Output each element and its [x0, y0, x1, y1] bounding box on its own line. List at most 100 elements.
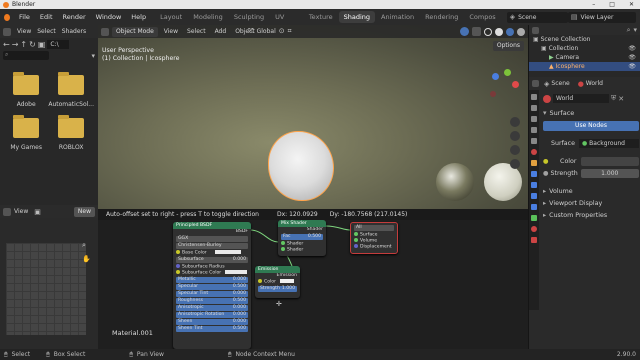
grid-view-icon[interactable]: [510, 159, 520, 169]
surface-selector[interactable]: ● Background: [579, 138, 639, 148]
icosphere-object[interactable]: [268, 131, 334, 201]
scene-props-icon[interactable]: [531, 138, 537, 144]
use-nodes-button[interactable]: Use Nodes: [543, 121, 639, 131]
outliner-scene-collection[interactable]: ▣ Scene Collection: [529, 35, 640, 44]
menu-help[interactable]: Help: [126, 13, 151, 21]
mix-shader-node[interactable]: Mix Shader Shader Fac 0.500 Shader Shader: [278, 220, 326, 256]
base-color-swatch[interactable]: [214, 250, 241, 254]
tab-shading[interactable]: Shading: [338, 11, 376, 23]
forward-icon[interactable]: →: [12, 40, 19, 49]
editor-type-icon[interactable]: [3, 27, 11, 36]
viewport-3d[interactable]: Object Mode View Select Add Object ⤧ Glo…: [98, 25, 528, 221]
shading-rendered-icon[interactable]: [517, 27, 525, 36]
viewport-menu-add[interactable]: Add: [212, 28, 230, 35]
path-field[interactable]: C:\: [47, 40, 70, 49]
image-canvas-grid[interactable]: [6, 243, 86, 335]
node-editor[interactable]: Principled BSDF BSDF GGX Christensen-Bur…: [98, 220, 528, 349]
unlink-icon[interactable]: ✕: [618, 95, 624, 103]
file-menu-select[interactable]: Select: [37, 28, 56, 35]
image-menu-view[interactable]: View: [14, 208, 28, 215]
outliner-item-collection[interactable]: ▣ Collection 👁: [529, 44, 640, 53]
material-output-node[interactable]: All Surface Volume Displacement: [350, 222, 398, 254]
gizmo-neg-axis-icon[interactable]: [490, 91, 496, 97]
gizmo-y-axis-icon[interactable]: [504, 69, 511, 76]
object-props-icon[interactable]: [531, 160, 537, 166]
new-folder-icon[interactable]: ▣: [38, 40, 46, 49]
menu-file[interactable]: File: [14, 13, 35, 21]
tab-uv-editing[interactable]: UV Editing: [270, 11, 303, 33]
visibility-eye-icon[interactable]: 👁: [628, 62, 636, 71]
texture-props-icon[interactable]: [531, 237, 537, 243]
modifier-props-icon[interactable]: [531, 171, 537, 177]
image-browse-icon[interactable]: ▣: [34, 208, 41, 216]
folder-item[interactable]: My Games: [4, 115, 48, 151]
emission-color-row[interactable]: Color: [255, 279, 300, 285]
scene-name[interactable]: Scene: [518, 14, 536, 21]
tab-animation[interactable]: Animation: [376, 11, 419, 23]
xray-icon[interactable]: [472, 27, 481, 36]
world-color-swatch[interactable]: [580, 156, 639, 166]
tab-texture-paint[interactable]: Texture Paint: [304, 11, 338, 33]
folder-item[interactable]: AutomaticSol...: [48, 72, 94, 108]
mix-fac-field[interactable]: Fac 0.500: [281, 234, 323, 240]
subsurface-method-select[interactable]: Christensen-Burley: [176, 243, 248, 249]
subsurface-color-row[interactable]: Subsurface Color: [173, 270, 251, 276]
image-pan-hand-icon[interactable]: ✋: [82, 255, 91, 263]
viewport-menu-select[interactable]: Select: [184, 28, 209, 35]
view-layer-name[interactable]: View Layer: [581, 14, 614, 21]
constraints-props-icon[interactable]: [531, 204, 537, 210]
data-props-icon[interactable]: [531, 215, 537, 221]
outliner-item-icosphere[interactable]: ▲ Icosphere 👁: [529, 62, 640, 71]
editor-type-icon[interactable]: [532, 80, 539, 87]
zoom-icon[interactable]: [510, 117, 520, 127]
maximize-button[interactable]: □: [609, 1, 615, 8]
editor-type-icon[interactable]: [101, 27, 109, 36]
file-menu-shaders[interactable]: Shaders: [62, 28, 86, 35]
world-name-field[interactable]: World: [553, 94, 609, 103]
particles-props-icon[interactable]: [531, 182, 537, 188]
pan-hand-icon[interactable]: [510, 131, 520, 141]
file-search-input[interactable]: ⌕: [3, 51, 49, 60]
specular-tint-field[interactable]: Specular Tint 0.000: [176, 291, 248, 297]
custom-properties-panel-header[interactable]: ▸ Custom Properties: [543, 209, 639, 221]
material-props-icon[interactable]: [531, 226, 537, 232]
properties-tab-scene[interactable]: Scene: [551, 80, 569, 87]
navigation-gizmo[interactable]: [486, 67, 522, 103]
base-color-row[interactable]: Base Color: [173, 250, 251, 256]
viewport-display-panel-header[interactable]: ▸ Viewport Display: [543, 197, 639, 209]
specular-field[interactable]: Specular 0.500: [176, 284, 248, 290]
refresh-icon[interactable]: ↻: [29, 40, 36, 49]
menu-edit[interactable]: Edit: [35, 13, 58, 21]
orientation-selector[interactable]: Global: [257, 28, 276, 35]
menu-window[interactable]: Window: [91, 13, 127, 21]
outliner-search-icon[interactable]: ⌕: [627, 26, 631, 35]
file-menu-view[interactable]: View: [17, 28, 31, 35]
roughness-field[interactable]: Roughness 0.500: [176, 298, 248, 304]
viewport-menu-view[interactable]: View: [161, 28, 181, 35]
close-button[interactable]: ✕: [629, 1, 634, 8]
minimize-button[interactable]: –: [592, 1, 595, 8]
view-layer-props-icon[interactable]: [531, 127, 537, 133]
principled-bsdf-node[interactable]: Principled BSDF BSDF GGX Christensen-Bur…: [173, 222, 251, 349]
image-zoom-icon[interactable]: ⌕: [82, 241, 86, 250]
tab-layout[interactable]: Layout: [155, 11, 187, 23]
snap-icon[interactable]: ⌗: [288, 27, 292, 36]
mix-input-shader-2[interactable]: Shader: [278, 247, 326, 253]
overlay-icon[interactable]: [460, 27, 469, 36]
back-icon[interactable]: ←: [3, 40, 10, 49]
render-props-icon[interactable]: [531, 105, 537, 111]
editor-type-icon[interactable]: [532, 26, 539, 34]
emission-strength-field[interactable]: Strength 1.000: [258, 286, 297, 292]
parent-dir-icon[interactable]: ↑: [20, 40, 27, 49]
options-button[interactable]: Options: [492, 41, 524, 51]
shading-wire-icon[interactable]: [484, 27, 492, 36]
world-browse-icon[interactable]: [543, 94, 551, 103]
tab-modeling[interactable]: Modeling: [188, 11, 228, 23]
mix-node-header[interactable]: Mix Shader: [278, 220, 326, 227]
visibility-eye-icon[interactable]: 👁: [628, 44, 636, 53]
new-image-button[interactable]: New: [73, 206, 95, 217]
fake-user-icon[interactable]: ⛨: [611, 94, 616, 103]
output-displacement-socket[interactable]: Displacement: [351, 244, 397, 250]
editor-type-icon[interactable]: [3, 207, 11, 216]
pivot-icon[interactable]: ⊙: [279, 27, 285, 35]
